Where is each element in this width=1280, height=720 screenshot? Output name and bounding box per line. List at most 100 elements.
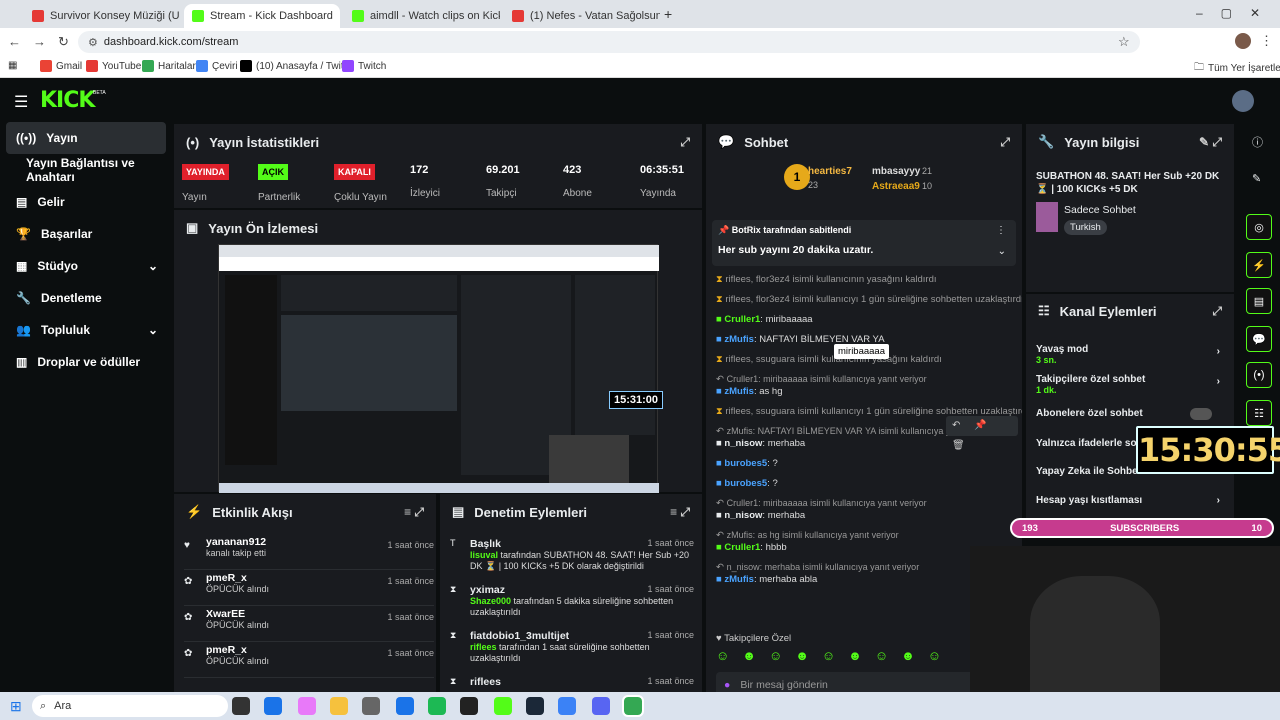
chrome-icon[interactable] (622, 695, 644, 717)
filter-icon[interactable]: ≡ ⤢ (404, 505, 424, 520)
discord-icon[interactable] (592, 697, 610, 715)
all-bookmarks[interactable]: 🗀 Tüm Yer İşaretleri (1194, 60, 1280, 77)
filter-icon[interactable]: ≡ ⤢ (670, 505, 690, 520)
steam-icon[interactable] (526, 697, 544, 715)
expand-icon[interactable]: ⤢ (1212, 304, 1222, 319)
bookmark-gmail[interactable]: Gmail (40, 60, 82, 72)
rail-button[interactable]: ◎ (1246, 214, 1272, 240)
chat-system-message[interactable]: ⧗ riflees, flor3ez4 isimli kullanıcıyı 1… (716, 294, 1022, 305)
expand-icon[interactable]: ⤢ (680, 135, 690, 150)
chat-username[interactable]: Cruller1 (724, 542, 760, 553)
browser-tab[interactable]: (1) Nefes - Vatan Sağolsun | Me✕ (504, 4, 660, 28)
chat-message[interactable]: ■ n_nisow: merhaba (716, 438, 805, 449)
store-icon[interactable] (362, 697, 380, 715)
info-icon[interactable]: ⓘ (1252, 134, 1263, 150)
expand-icon[interactable]: ⤢ (1000, 135, 1010, 150)
chat-username[interactable]: zMufis (724, 386, 754, 397)
rail-button[interactable]: ⚡ (1246, 252, 1272, 278)
bookmark-maps[interactable]: Haritalar (142, 60, 196, 72)
sidebar-item-stream-key[interactable]: Yayın Bağlantısı ve Anahtarı (6, 154, 166, 186)
kick-logo[interactable]: KICK (40, 88, 95, 113)
toggle-switch[interactable] (1190, 408, 1212, 420)
nav-buttons[interactable]: ←→↻ (8, 34, 81, 50)
edit-icon[interactable]: ✎ ⤢ (1199, 135, 1222, 150)
bookmark-star-icon[interactable]: ☆ (1118, 34, 1130, 50)
pencil-icon[interactable]: ✎ (1252, 172, 1261, 185)
rail-button[interactable]: ▤ (1246, 288, 1272, 314)
bookmark-twitch[interactable]: Twitch (342, 60, 386, 72)
close-icon[interactable]: ✕ (333, 9, 340, 23)
hourglass-icon: ⧗ (716, 406, 726, 417)
windows-start-icon[interactable]: ⊞ (10, 698, 22, 715)
pinned-message[interactable]: 📌 BotRix tarafından sabitlendi Her sub y… (712, 220, 1016, 266)
chat-system-message[interactable]: ⧗ riflees, flor3ez4 isimli kullanıcının … (716, 274, 937, 285)
chat-reply-context[interactable]: ↶ n_nisow: merhaba isimli kullanıcıya ya… (716, 562, 919, 573)
bookmark-twitter[interactable]: (10) Anasayfa / Twit... (240, 60, 352, 72)
top-gifter-name[interactable]: hearties7 (808, 166, 852, 177)
chat-username[interactable]: zMufis (724, 334, 754, 345)
sidebar-item-yayin[interactable]: ((•)) Yayın (6, 122, 166, 154)
new-tab-button[interactable]: + (664, 6, 672, 22)
window-controls[interactable]: –▢✕ (1196, 6, 1278, 20)
chat-username[interactable]: Cruller1 (724, 314, 760, 325)
apps-icon[interactable]: ▦ (8, 60, 17, 71)
chat-message[interactable]: ■ n_nisow: merhaba (716, 510, 805, 521)
chat-username[interactable]: burobes5 (724, 478, 767, 489)
top-gifter-name[interactable]: Astraeaa9 (872, 181, 920, 192)
preview-browser-strip (219, 245, 659, 257)
chat-message[interactable]: ■ burobes5: ? (716, 458, 778, 469)
message-action-buttons[interactable]: ↶📌🗑 (946, 416, 1018, 451)
chat-message[interactable]: ■ burobes5: ? (716, 478, 778, 489)
user-avatar[interactable] (1232, 90, 1254, 112)
action-subscribers-only[interactable]: Abonelere özel sohbet (1036, 408, 1226, 428)
menu-icon[interactable]: ⋮ (1260, 33, 1273, 49)
browser-tab[interactable]: Survivor Konsey Müziği (Uzun V✕ (24, 4, 180, 28)
chat-username[interactable]: n_nisow (724, 510, 762, 521)
rail-button[interactable]: 💬 (1246, 326, 1272, 352)
mail-icon[interactable] (396, 697, 414, 715)
action-followers-only[interactable]: Takipçilere özel sohbet 1 dk. › (1036, 374, 1226, 402)
chat-username[interactable]: n_nisow (724, 438, 762, 449)
edge-icon[interactable] (264, 697, 282, 715)
chat-username[interactable]: burobes5 (724, 458, 767, 469)
copilot-icon[interactable] (298, 697, 316, 715)
rail-button[interactable]: ☷ (1246, 400, 1272, 426)
chat-input[interactable]: ● Bir mesaj gönderin (716, 672, 978, 692)
sidebar-item-gelir[interactable]: ▤ Gelir (6, 186, 166, 218)
profile-avatar[interactable] (1235, 33, 1251, 49)
hamburger-menu-icon[interactable]: ☰ (14, 92, 28, 112)
chat-message[interactable]: ■ zMufis: merhaba abla (716, 574, 817, 585)
rail-button[interactable]: (•) (1246, 362, 1272, 388)
chat-message[interactable]: ■ zMufis: as hg (716, 386, 782, 397)
browser-tab-active[interactable]: Stream - Kick Dashboard✕ (184, 4, 340, 28)
chat-reply-context[interactable]: ↶ Cruller1: miribaaaaa isimli kullanıcıy… (716, 374, 927, 385)
chat-message[interactable]: ■ Cruller1: miribaaaaa (716, 314, 813, 325)
taskbar-search[interactable]: ⌕ Ara (32, 695, 228, 717)
sidebar-item-basarilar[interactable]: 🏆 Başarılar (6, 218, 166, 250)
sidebar-item-studyo[interactable]: ▦ Stüdyo ⌄ (6, 250, 166, 282)
bookmark-translate[interactable]: Çeviri (196, 60, 238, 72)
app-icon[interactable] (558, 697, 576, 715)
action-slow-mode[interactable]: Yavaş mod 3 sn. › (1036, 344, 1226, 372)
chevron-down-icon[interactable]: ⌄ (998, 246, 1006, 257)
task-view-icon[interactable] (232, 697, 250, 715)
spotify-icon[interactable] (428, 697, 446, 715)
chat-system-message[interactable]: ⧗ riflees, ssuguara isimli kullanıcının … (716, 354, 942, 365)
chat-reply-context[interactable]: ↶ zMufis: as hg isimli kullanıcıya yanıt… (716, 530, 899, 541)
obs-icon[interactable] (460, 697, 478, 715)
url-field[interactable]: ⚙ dashboard.kick.com/stream (78, 31, 1140, 53)
preview-video[interactable]: 15:31:00 (218, 244, 664, 493)
action-account-age[interactable]: Hesap yaşı kısıtlaması › (1036, 495, 1226, 515)
chat-reply-context[interactable]: ↶ Cruller1: miribaaaaa isimli kullanıcıy… (716, 498, 927, 509)
bookmark-youtube[interactable]: YouTube (86, 60, 141, 72)
more-icon[interactable]: ⋮ (996, 225, 1006, 236)
explorer-icon[interactable] (330, 697, 348, 715)
kick-app-icon[interactable] (494, 697, 512, 715)
chat-username[interactable]: zMufis (724, 574, 754, 585)
sidebar-item-denetleme[interactable]: 🔧 Denetleme (6, 282, 166, 314)
browser-tab[interactable]: aimdll - Watch clips on Kick✕ (344, 4, 500, 28)
top-gifter-name[interactable]: mbasayyy (872, 166, 920, 177)
chat-message[interactable]: ■ Cruller1: hbbb (716, 542, 787, 553)
sidebar-item-droplar[interactable]: ▥ Droplar ve ödüller (6, 346, 166, 378)
sidebar-item-topluluk[interactable]: 👥 Topluluk ⌄ (6, 314, 166, 346)
